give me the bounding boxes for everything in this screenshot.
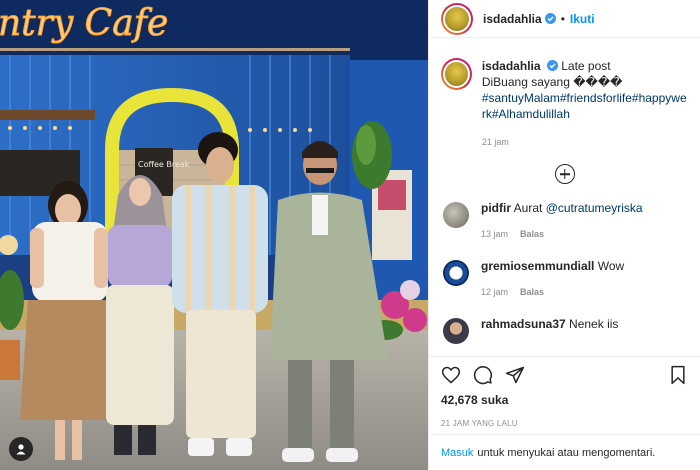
caption-time[interactable]: 21 jam <box>482 134 688 150</box>
caption-hashtags[interactable]: #santuyMalam#friendsforlife#happywerk#Al… <box>482 91 687 121</box>
post-caption: isdadahlia Late post DiBuang sayang ����… <box>441 58 688 150</box>
caption-avatar[interactable] <box>441 58 472 90</box>
post-timestamp[interactable]: 21 JAM YANG LALU <box>441 419 688 428</box>
author-avatar[interactable] <box>441 2 473 35</box>
post-side-panel: isdadahlia • Ikuti isdadahlia Late post … <box>428 0 700 470</box>
post-photo-image: ntry Cafe Coffee Break <box>0 0 428 470</box>
header-separator: • <box>560 11 565 26</box>
comment-item: rahmadsuna37 Nenek iis <box>441 316 688 344</box>
comments-section[interactable]: isdadahlia Late post DiBuang sayang ����… <box>429 58 700 356</box>
follow-button[interactable]: Ikuti <box>570 12 595 26</box>
cafe-sign-text: ntry Cafe <box>0 3 168 44</box>
user-tag-icon[interactable] <box>9 437 33 461</box>
caption-text-line2: DiBuang sayang ���� <box>481 75 623 89</box>
commenter-avatar[interactable] <box>443 202 469 228</box>
heart-icon[interactable] <box>441 365 461 385</box>
verified-icon <box>544 13 556 24</box>
commenter-username[interactable]: rahmadsuna37 <box>481 317 566 331</box>
bookmark-icon[interactable] <box>668 365 688 385</box>
verified-icon <box>546 60 558 71</box>
login-prompt-text: untuk menyukai atau mengomentari. <box>477 446 656 459</box>
comment-item: pidfir Aurat @cutratumeyriska 13 jam Bala… <box>441 200 688 242</box>
comment-time[interactable]: 13 jam <box>481 229 508 239</box>
comment-item: gremiosemmundiall Wow 12 jam Balas <box>441 258 688 300</box>
comment-time[interactable]: 12 jam <box>481 287 508 297</box>
reply-button[interactable]: Balas <box>520 229 544 239</box>
login-prompt: Masuk untuk menyukai atau mengomentari. <box>429 434 700 470</box>
like-count[interactable]: 42,678 suka <box>441 393 688 407</box>
caption-username[interactable]: isdadahlia <box>482 59 541 73</box>
commenter-username[interactable]: pidfir <box>481 201 511 215</box>
caption-text-line1: Late post <box>561 59 611 73</box>
comment-text: Nenek iis <box>569 317 619 331</box>
commenter-username[interactable]: gremiosemmundiall <box>481 259 594 273</box>
post-actions: 42,678 suka 21 JAM YANG LALU <box>429 356 700 428</box>
post-photo[interactable]: ntry Cafe Coffee Break <box>0 0 428 470</box>
commenter-avatar[interactable] <box>443 318 469 344</box>
plus-circle-icon[interactable] <box>554 164 575 184</box>
comment-mention[interactable]: @cutratumeyriska <box>546 201 643 215</box>
comment-icon[interactable] <box>473 365 493 385</box>
comment-text: Aurat <box>513 201 546 215</box>
commenter-avatar[interactable] <box>443 260 469 286</box>
reply-button[interactable]: Balas <box>520 287 544 297</box>
person-2 <box>106 175 174 455</box>
menu-board-text: Coffee Break <box>138 160 190 169</box>
author-username[interactable]: isdadahlia <box>483 12 542 26</box>
share-icon[interactable] <box>505 365 525 385</box>
post-header: isdadahlia • Ikuti <box>429 0 700 38</box>
login-link[interactable]: Masuk <box>441 447 473 459</box>
load-more-comments-button[interactable] <box>441 164 688 184</box>
comment-text: Wow <box>597 259 625 273</box>
